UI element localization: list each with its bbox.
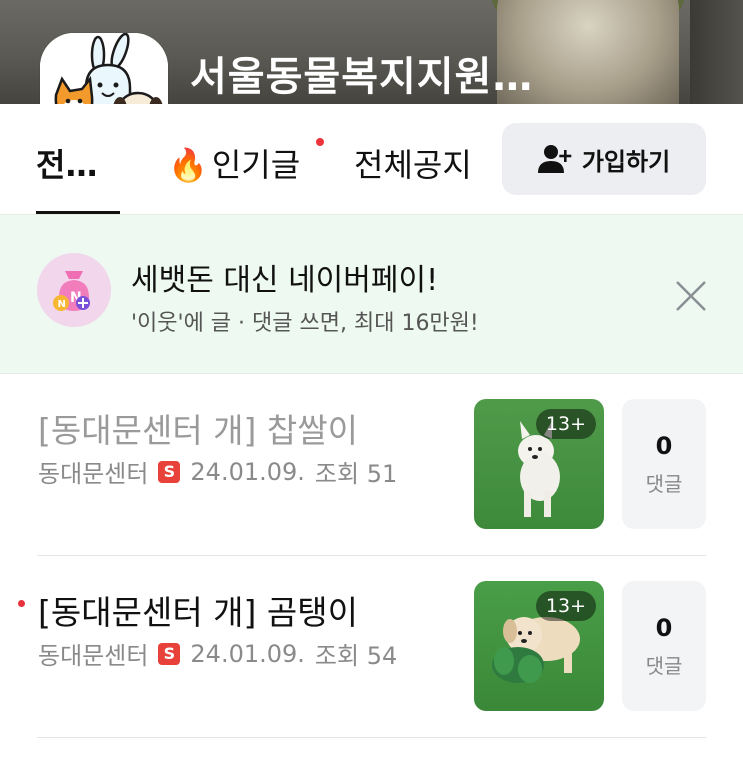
tab-all[interactable]: 전… [36, 140, 97, 186]
post-title[interactable]: [동대문센터 개] 곰탱이 [38, 586, 358, 634]
unread-dot [18, 600, 25, 607]
join-button[interactable]: 가입하기 [502, 123, 706, 195]
promo-subtitle: '이웃'에 글 · 댓글 쓰면, 최대 16만원! [131, 311, 479, 336]
fire-icon: 🔥 [168, 146, 208, 184]
post-date: 24.01.09. [190, 457, 305, 486]
comment-count: 0 [655, 613, 673, 642]
new-indicator-dot [316, 138, 324, 146]
divider [37, 737, 706, 738]
comment-label: 댓글 [645, 653, 683, 678]
post-views: 조회 51 [314, 460, 398, 488]
staff-badge: S [158, 642, 181, 665]
comment-count-box[interactable]: 0 댓글 [622, 399, 706, 529]
tab-popular-label: 인기글 [211, 146, 301, 184]
svg-text:N: N [58, 299, 66, 310]
promo-title: 세뱃돈 대신 네이버페이! [131, 263, 439, 298]
post-meta: 동대문센터 S 24.01.09. 조회 51 [38, 454, 397, 489]
post-views: 조회 54 [314, 642, 398, 670]
post-list-item[interactable]: [동대문센터 개] 곰탱이 동대문센터 S 24.01.09. 조회 54 13… [0, 556, 743, 738]
tab-notice[interactable]: 전체공지 [354, 140, 472, 186]
promo-banner[interactable]: N N 세뱃돈 대신 네이버페이! '이웃'에 글 · 댓글 쓰면, 최대 16… [0, 214, 743, 374]
post-author: 동대문센터 [38, 642, 149, 670]
staff-badge: S [158, 460, 181, 483]
comment-count-box[interactable]: 0 댓글 [622, 581, 706, 711]
cafe-title[interactable]: 서울동물복지지원… [190, 44, 590, 102]
post-date: 24.01.09. [190, 639, 305, 668]
background-glass [690, 0, 743, 104]
post-thumbnail[interactable]: 13+ [474, 581, 604, 711]
join-button-label: 가입하기 [581, 147, 671, 176]
post-list-item[interactable]: [동대문센터 개] 찹쌀이 동대문센터 S 24.01.09. 조회 51 13… [0, 374, 743, 556]
image-count-badge: 13+ [535, 591, 596, 621]
image-count-badge: 13+ [535, 409, 596, 439]
comment-label: 댓글 [645, 471, 683, 496]
tab-popular[interactable]: 🔥 인기글 [168, 140, 300, 186]
person-add-icon [537, 145, 572, 173]
post-meta: 동대문센터 S 24.01.09. 조회 54 [38, 636, 397, 671]
post-title[interactable]: [동대문센터 개] 찹쌀이 [38, 404, 358, 452]
tab-bar: 전… 🔥 인기글 전체공지 가입하기 [0, 104, 743, 215]
money-bag-icon: N N [37, 253, 111, 327]
post-thumbnail[interactable]: 13+ [474, 399, 604, 529]
close-icon[interactable] [672, 277, 710, 315]
post-author: 동대문센터 [38, 460, 149, 488]
comment-count: 0 [655, 431, 673, 460]
